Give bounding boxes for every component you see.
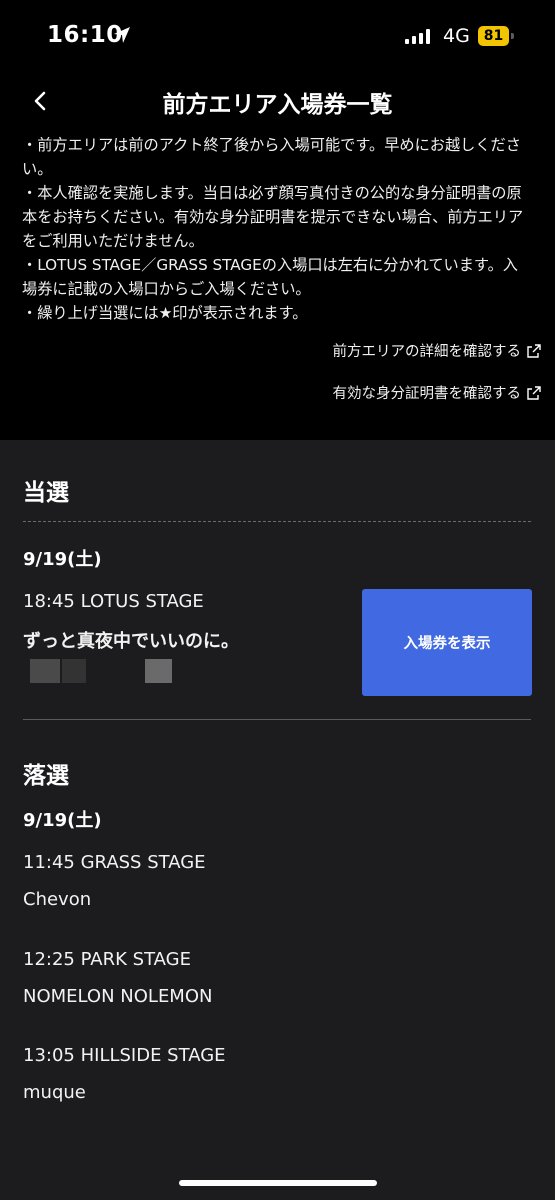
nav-bar: 前方エリア入場券一覧 bbox=[0, 72, 555, 128]
won-date: 9/19(土) bbox=[23, 549, 102, 570]
network-type: 4G bbox=[443, 25, 470, 47]
id-docs-link[interactable]: 有効な身分証明書を確認する bbox=[333, 382, 542, 403]
page-title: 前方エリア入場券一覧 bbox=[162, 92, 393, 118]
lost-stage: 12:25 PARK STAGE bbox=[23, 949, 191, 970]
details-link-label: 前方エリアの詳細を確認する bbox=[332, 344, 522, 360]
divider bbox=[23, 719, 531, 720]
details-link[interactable]: 前方エリアの詳細を確認する bbox=[333, 340, 542, 361]
notes-list: ・前方エリアは前のアクト終了後から入場可能です。早めにお越しください。 ・本人確… bbox=[22, 133, 527, 325]
redacted-block bbox=[145, 659, 172, 683]
lost-artist: NOMELON NOLEMON bbox=[23, 986, 213, 1007]
lost-artist: Chevon bbox=[23, 889, 92, 910]
external-link-icon bbox=[527, 343, 541, 358]
lost-artist: muque bbox=[23, 1082, 86, 1103]
won-stage: 18:45 LOTUS STAGE bbox=[23, 591, 204, 612]
id-docs-link-label: 有効な身分証明書を確認する bbox=[332, 386, 522, 402]
lost-stage: 13:05 HILLSIDE STAGE bbox=[23, 1045, 226, 1066]
location-arrow-icon bbox=[114, 27, 130, 43]
home-indicator[interactable] bbox=[179, 1180, 377, 1186]
note-item: ・本人確認を実施します。当日は必ず顔写真付きの公的な身分証明書の原本をお持ちくだ… bbox=[22, 184, 524, 250]
note-item: ・前方エリアは前のアクト終了後から入場可能です。早めにお越しください。 bbox=[22, 136, 521, 178]
won-heading: 当選 bbox=[23, 480, 69, 506]
won-artist: ずっと真夜中でいいのに。 bbox=[23, 631, 239, 652]
divider bbox=[23, 521, 531, 522]
cellular-signal-icon bbox=[405, 28, 430, 44]
external-link-icon bbox=[527, 385, 541, 400]
show-ticket-button[interactable]: 入場券を表示 bbox=[362, 589, 532, 696]
note-item: ・LOTUS STAGE／GRASS STAGEの入場口は左右に分かれています。… bbox=[22, 256, 518, 298]
lost-date: 9/19(土) bbox=[23, 810, 102, 831]
status-bar: 16:10 4G 81 bbox=[0, 0, 555, 72]
lost-stage: 11:45 GRASS STAGE bbox=[23, 852, 206, 873]
lost-heading: 落選 bbox=[23, 763, 69, 789]
redacted-block bbox=[30, 659, 60, 683]
battery-level: 81 bbox=[478, 26, 509, 46]
note-item: ・繰り上げ当選には★印が表示されます。 bbox=[22, 304, 308, 322]
battery-icon: 81 bbox=[478, 26, 514, 46]
redacted-block bbox=[62, 659, 86, 683]
